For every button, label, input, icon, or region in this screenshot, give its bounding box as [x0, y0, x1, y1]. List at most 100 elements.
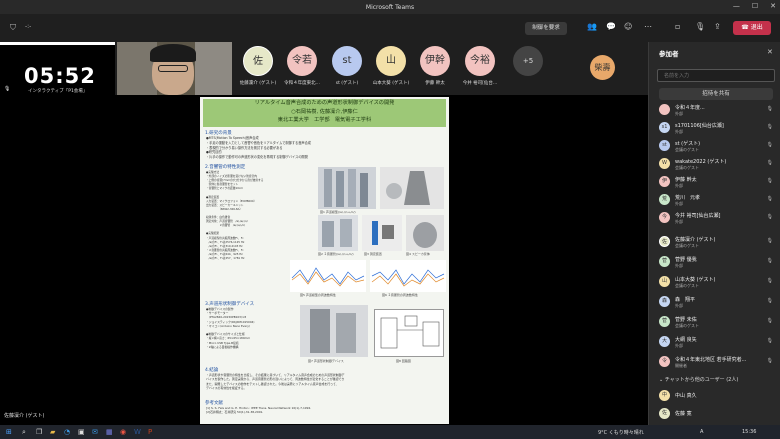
- reactions-icon[interactable]: ☺: [624, 22, 632, 31]
- mail-icon[interactable]: ✉: [92, 428, 98, 436]
- people-icon[interactable]: 👥: [587, 22, 597, 31]
- participant-name: st (ゲスト): [675, 141, 701, 147]
- section-text: [1] S. S. Fels and G. E. Hinton : IEEE T…: [206, 406, 446, 415]
- text-line: ・片手の操作で動作可の声道形状の変化を再現する制御デバイスの開発: [206, 155, 308, 160]
- share-invite-button[interactable]: 招待を共有: [659, 88, 773, 100]
- search-icon[interactable]: ⌕: [22, 428, 26, 437]
- two-tube-figure: [318, 215, 358, 251]
- participant-row[interactable]: 令和４年度... 外部 🎙: [659, 102, 777, 120]
- bell-device-drawing: [386, 171, 430, 205]
- participant-role: 会議のゲスト: [675, 323, 699, 328]
- participant-row[interactable]: 中中山 真久: [659, 388, 777, 406]
- avatar: 令: [659, 356, 670, 367]
- more-participants-button[interactable]: +5: [513, 46, 543, 76]
- avatar: 荒: [659, 194, 670, 205]
- participant-name: 今井 裕司[仙台広瀬]: [675, 213, 721, 219]
- participant-row[interactable]: 今今井 裕司[仙台広瀬] 外部 🎙: [659, 210, 777, 228]
- participant-row[interactable]: 伊伊藤 幹太 外部 🎙: [659, 174, 777, 192]
- taskbar-clock[interactable]: 15:36: [742, 429, 756, 435]
- avatar[interactable]: 柴壽: [590, 55, 615, 80]
- participant-name: 中山 真久: [675, 393, 697, 399]
- meeting-duration: -:-: [25, 23, 32, 30]
- circuit-drawing: [380, 315, 440, 349]
- participant-row[interactable]: 菅菅野 優我 外部 🎙: [659, 254, 777, 272]
- avatar: 中: [659, 390, 670, 401]
- powerpoint-icon[interactable]: P: [148, 428, 152, 436]
- share-screen-icon[interactable]: ⇪: [714, 22, 721, 31]
- participant-name: 菅野 優我: [675, 257, 697, 263]
- close-icon[interactable]: ✕: [767, 48, 773, 56]
- weather-status[interactable]: 9°C くもり時々晴れ: [598, 429, 644, 436]
- edge-icon[interactable]: ◔: [64, 428, 70, 436]
- participant-name: s1701106[仙台広瀬]: [675, 123, 724, 129]
- file-explorer-icon[interactable]: ▰: [50, 428, 55, 436]
- participant-tile[interactable]: 令若 令和４年度東北...: [282, 46, 322, 86]
- clock-time: 05:52: [24, 64, 96, 88]
- word-icon[interactable]: W: [134, 428, 141, 436]
- mic-off-icon: 🎙: [766, 278, 773, 284]
- participant-name: 佐藤 寛: [675, 411, 692, 417]
- close-window-button[interactable]: ✕: [770, 2, 776, 10]
- participant-row[interactable]: 森森 翔平 外部 🎙: [659, 294, 777, 312]
- mic-off-icon[interactable]: 🎙: [695, 22, 705, 31]
- participant-row[interactable]: s1 s1701106[仙台広瀬] 外部 🎙: [659, 120, 777, 138]
- participant-row[interactable]: 菅菅野 未佑 会議のゲスト 🎙: [659, 314, 777, 332]
- participant-row[interactable]: 大大網 良矢 外部 🎙: [659, 334, 777, 352]
- leave-label: 退出: [750, 24, 763, 31]
- participant-tile[interactable]: 佐 佐藤凜介 (ゲスト): [238, 46, 278, 86]
- active-speaker-bar: [0, 42, 115, 45]
- participant-row[interactable]: 山山本大葵 (ゲスト) 会議のゲスト 🎙: [659, 274, 777, 292]
- avatar: 今裕: [465, 46, 495, 76]
- figure-caption: 図5 声道模型の周波数特性: [300, 293, 336, 297]
- participant-tile[interactable]: 山 山本大葵 (ゲスト): [371, 46, 411, 86]
- participant-row[interactable]: 佐佐藤凜介 (ゲスト) 会議のゲスト 🎙: [659, 234, 777, 252]
- maximize-button[interactable]: ☐: [752, 2, 758, 10]
- camera-off-icon[interactable]: ▫: [675, 22, 680, 31]
- leave-button[interactable]: ☎ 退出: [733, 21, 771, 35]
- store-icon[interactable]: ▣: [78, 428, 85, 436]
- avatar: s1: [659, 122, 670, 133]
- shared-content-stage: リアルタイム音声合成のための声道形状制御デバイスの開発 ○石岡祐樹, 佐藤凜介,…: [0, 95, 648, 425]
- participant-role: 会議のゲスト: [675, 147, 699, 152]
- avatar: 大: [659, 336, 670, 347]
- ime-indicator[interactable]: A: [700, 429, 703, 435]
- participant-tile[interactable]: 伊幹 伊藤 幹太: [415, 46, 455, 86]
- phone-icon: ☎: [741, 24, 751, 31]
- avatar: 佐: [659, 236, 670, 247]
- text-line: ・2軸による自動操作機構: [206, 344, 239, 349]
- start-icon[interactable]: ⊞: [6, 428, 12, 436]
- participant-row[interactable]: Wwakate2022 (ゲスト) 会議のゲスト 🎙: [659, 156, 777, 174]
- chat-others-group[interactable]: ⌄ チャットから他のユーザー (2人): [659, 376, 738, 383]
- avatar: 菅: [659, 316, 670, 327]
- mic-off-icon: 🎙: [766, 160, 773, 166]
- participant-tile[interactable]: st st (ゲスト): [327, 46, 367, 86]
- video-tile-clock[interactable]: 05:52 🎙 インタラクティブ「P1会場」: [0, 42, 115, 95]
- chat-icon[interactable]: 💬: [606, 22, 616, 31]
- chrome-icon[interactable]: ◉: [120, 428, 126, 436]
- avatar: W: [659, 158, 670, 169]
- speaker-drawing: [372, 221, 394, 245]
- request-control-button[interactable]: 制御を要求: [525, 22, 567, 35]
- shield-icon[interactable]: ⛉: [10, 23, 16, 33]
- search-input[interactable]: [657, 69, 775, 82]
- participant-tile[interactable]: 今裕 今井 裕司[仙台...: [460, 46, 500, 86]
- participant-row[interactable]: 佐佐藤 寛: [659, 406, 777, 424]
- avatar: 佐: [659, 408, 670, 419]
- two-tube-drawing: [322, 219, 352, 247]
- more-options-icon[interactable]: ⋯: [644, 22, 652, 31]
- participant-row[interactable]: st st (ゲスト) 会議のゲスト 🎙: [659, 138, 777, 156]
- participant-name: 伊藤 幹太: [675, 177, 697, 183]
- participant-name: 森 翔平: [675, 297, 696, 303]
- avatar: 山: [376, 46, 406, 76]
- participant-row[interactable]: 令令和４年東北地区 若手研究者... 開催者 🎙: [659, 354, 777, 372]
- participant-row[interactable]: 荒荒川 元孝 外部 🎙: [659, 192, 777, 210]
- text-line: デバイスの有効性を検証する。: [206, 385, 247, 390]
- participant-role: 外部: [675, 201, 683, 206]
- video-tile-camera[interactable]: [117, 42, 232, 95]
- teams-icon[interactable]: ▦: [106, 428, 113, 436]
- frequency-plot-2: [370, 260, 446, 292]
- minimize-button[interactable]: —: [733, 2, 740, 10]
- poster-header: リアルタイム音声合成のための声道形状制御デバイスの開発 ○石岡祐樹, 佐藤凜介,…: [203, 99, 446, 127]
- task-view-icon[interactable]: ❐: [36, 428, 42, 436]
- person-hair: [150, 44, 196, 62]
